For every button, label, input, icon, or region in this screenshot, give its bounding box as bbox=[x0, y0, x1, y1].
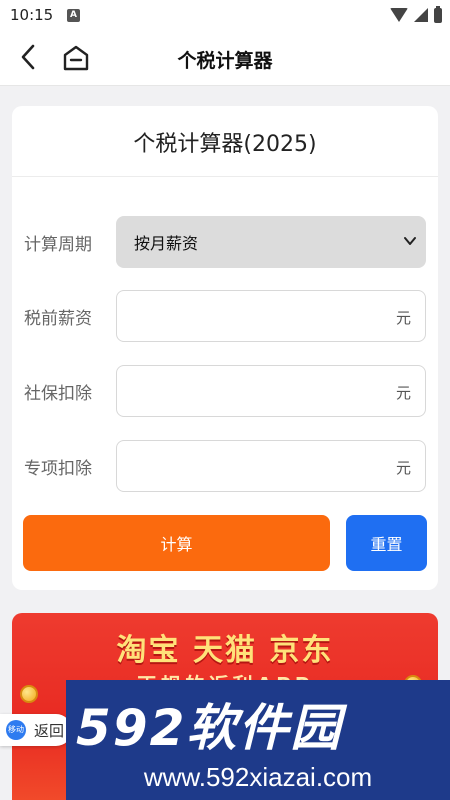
pretax-salary-field: 元 bbox=[116, 290, 426, 342]
social-label: 社保扣除 bbox=[24, 384, 92, 404]
period-select-value: 按月薪资 bbox=[134, 234, 199, 253]
app-header: 个税计算器 bbox=[0, 32, 450, 86]
special-unit: 元 bbox=[395, 459, 411, 477]
banner-title: 淘宝 天猫 京东 bbox=[116, 633, 334, 668]
battery-icon bbox=[434, 5, 442, 23]
special-deduction-field: 元 bbox=[116, 440, 426, 492]
watermark-url: www.592xiazai.com bbox=[143, 762, 373, 792]
period-label: 计算周期 bbox=[24, 235, 92, 255]
pretax-salary-input[interactable] bbox=[127, 301, 377, 331]
back-button[interactable] bbox=[14, 42, 44, 72]
watermark-brand: 592软件园 bbox=[76, 699, 343, 757]
status-icons bbox=[390, 5, 442, 24]
chevron-down-icon bbox=[404, 237, 416, 245]
pretax-label: 税前薪资 bbox=[24, 309, 92, 329]
calculate-button[interactable]: 计算 bbox=[23, 515, 330, 571]
calculator-card: 个税计算器(2025) 计算周期 按月薪资 税前薪资 元 社保扣除 元 专项扣除… bbox=[12, 106, 438, 590]
reset-button[interactable]: 重置 bbox=[346, 515, 427, 571]
status-bar: 10:15 A bbox=[0, 0, 450, 32]
watermark: 592软件园 www.592xiazai.com bbox=[66, 680, 450, 800]
divider bbox=[12, 176, 438, 177]
notification-icon: A bbox=[67, 9, 80, 22]
chevron-left-icon bbox=[21, 44, 35, 70]
return-label: 返回 bbox=[34, 722, 65, 740]
status-time: 10:15 bbox=[10, 6, 54, 24]
card-title: 个税计算器(2025) bbox=[133, 132, 317, 157]
signal-icon bbox=[414, 8, 428, 22]
app-logo-icon: 移动 bbox=[6, 720, 26, 740]
return-pill-button[interactable]: 移动 返回 bbox=[0, 714, 72, 746]
period-select[interactable]: 按月薪资 bbox=[116, 216, 426, 268]
social-unit: 元 bbox=[395, 384, 411, 402]
pretax-unit: 元 bbox=[395, 309, 411, 327]
coin-icon bbox=[20, 685, 38, 703]
special-label: 专项扣除 bbox=[24, 459, 92, 479]
social-deduction-field: 元 bbox=[116, 365, 426, 417]
special-deduction-input[interactable] bbox=[127, 451, 377, 481]
social-deduction-input[interactable] bbox=[127, 376, 377, 406]
home-button[interactable] bbox=[60, 42, 92, 74]
wifi-icon bbox=[390, 8, 408, 22]
home-icon bbox=[63, 45, 89, 71]
